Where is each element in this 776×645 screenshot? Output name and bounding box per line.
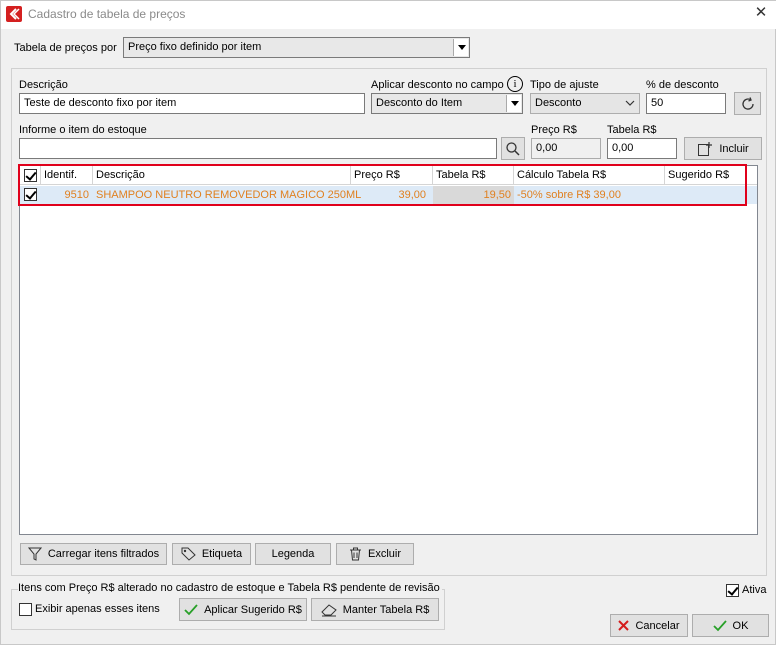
item-estoque-input[interactable]	[19, 138, 497, 159]
table-header: Identif. Descrição Preço R$ Tabela R$ Cá…	[20, 166, 757, 185]
tipo-ajuste-value: Desconto	[535, 97, 582, 109]
trash-icon	[349, 547, 361, 561]
title-bar: Cadastro de tabela de preços ✕	[1, 1, 776, 29]
search-icon	[506, 141, 520, 156]
excluir-button[interactable]: Excluir	[336, 543, 414, 565]
descricao-label: Descrição	[19, 79, 68, 91]
cell-descricao: SHAMPOO NEUTRO REMOVEDOR MAGICO 250ML	[96, 189, 362, 201]
aplicar-desconto-select[interactable]: Desconto do Item	[371, 93, 523, 114]
ok-button[interactable]: OK	[692, 614, 769, 637]
select-all-cell	[20, 166, 41, 185]
table-row[interactable]: 9510 SHAMPOO NEUTRO REMOVEDOR MAGICO 250…	[20, 186, 757, 204]
cell-identif: 9510	[64, 189, 89, 201]
tabela-precos-select[interactable]: Preço fixo definido por item	[123, 37, 470, 58]
etiqueta-button[interactable]: Etiqueta	[172, 543, 251, 565]
cell-preco: 39,00	[398, 189, 426, 201]
search-button[interactable]	[501, 137, 525, 160]
close-icon	[618, 620, 630, 631]
select-all-checkbox[interactable]	[24, 169, 37, 182]
app-logo-icon	[6, 6, 22, 22]
percent-desconto-label: % de desconto	[646, 79, 719, 91]
excluir-label: Excluir	[367, 548, 401, 560]
carregar-itens-label: Carregar itens filtrados	[47, 548, 160, 560]
refresh-button[interactable]	[734, 92, 761, 115]
manter-tabela-label: Manter Tabela R$	[342, 603, 430, 616]
chevron-down-icon	[453, 39, 468, 56]
etiqueta-label: Etiqueta	[201, 548, 243, 560]
aplicar-sugerido-label: Aplicar Sugerido R$	[204, 603, 302, 616]
checkmark-icon	[712, 619, 727, 631]
checkmark-icon	[184, 603, 198, 615]
close-icon[interactable]: ✕	[753, 5, 769, 21]
refresh-icon	[741, 96, 754, 110]
cancelar-label: Cancelar	[635, 619, 680, 632]
preco-input: 0,00	[531, 138, 601, 159]
exibir-apenas-checkbox[interactable]	[19, 603, 32, 616]
manter-tabela-button[interactable]: Manter Tabela R$	[311, 598, 439, 621]
descricao-input[interactable]: Teste de desconto fixo por item	[19, 93, 365, 114]
chevron-down-icon	[506, 95, 521, 112]
legenda-label: Legenda	[271, 548, 315, 560]
aplicar-desconto-value: Desconto do Item	[376, 97, 463, 109]
carregar-itens-button[interactable]: Carregar itens filtrados	[20, 543, 167, 565]
legenda-button[interactable]: Legenda	[255, 543, 331, 565]
row-check-cell	[20, 186, 41, 204]
ativa-checkbox[interactable]	[726, 584, 739, 597]
dialog-window: Cadastro de tabela de preços ✕ Tabela de…	[0, 0, 776, 645]
row-checkbox[interactable]	[24, 188, 37, 201]
aplicar-desconto-label: Aplicar desconto no campo	[371, 79, 504, 91]
item-estoque-label: Informe o item do estoque	[19, 124, 147, 136]
chevron-down-icon	[625, 100, 635, 106]
info-icon[interactable]: i	[507, 76, 523, 92]
add-item-icon	[698, 141, 713, 156]
cancelar-button[interactable]: Cancelar	[610, 614, 688, 637]
column-header-calculo[interactable]: Cálculo Tabela R$	[514, 166, 665, 185]
preco-label: Preço R$	[531, 124, 577, 136]
column-header-tabela[interactable]: Tabela R$	[433, 166, 514, 185]
tag-icon	[181, 547, 196, 561]
ativa-label: Ativa	[742, 584, 767, 596]
filter-icon	[27, 547, 42, 561]
aplicar-sugerido-button[interactable]: Aplicar Sugerido R$	[179, 598, 307, 621]
cell-tabela[interactable]: 19,50	[433, 186, 514, 204]
exibir-apenas-label: Exibir apenas esses itens	[35, 603, 160, 615]
incluir-label: Incluir	[719, 142, 749, 155]
percent-desconto-input[interactable]: 50	[646, 93, 726, 114]
window-title: Cadastro de tabela de preços	[28, 7, 186, 21]
cell-sugerido	[665, 186, 746, 204]
tabela-label: Tabela R$	[607, 124, 657, 136]
tabela-precos-label: Tabela de preços por	[14, 42, 117, 54]
items-table: Identif. Descrição Preço R$ Tabela R$ Cá…	[19, 165, 758, 535]
cell-calculo: -50% sobre R$ 39,00	[517, 189, 621, 201]
pending-review-text: Itens com Preço R$ alterado no cadastro …	[18, 582, 442, 594]
tipo-ajuste-label: Tipo de ajuste	[530, 79, 599, 91]
tabela-input[interactable]: 0,00	[607, 138, 677, 159]
column-header-preco[interactable]: Preço R$	[351, 166, 433, 185]
incluir-button[interactable]: Incluir	[684, 137, 762, 160]
column-header-sugerido[interactable]: Sugerido R$	[665, 166, 746, 185]
tipo-ajuste-select[interactable]: Desconto	[530, 93, 640, 114]
column-header-identif[interactable]: Identif.	[41, 166, 93, 185]
tabela-precos-value: Preço fixo definido por item	[128, 41, 262, 53]
ok-label: OK	[732, 619, 749, 632]
eraser-icon	[320, 603, 337, 616]
column-header-descricao[interactable]: Descrição	[93, 166, 351, 185]
